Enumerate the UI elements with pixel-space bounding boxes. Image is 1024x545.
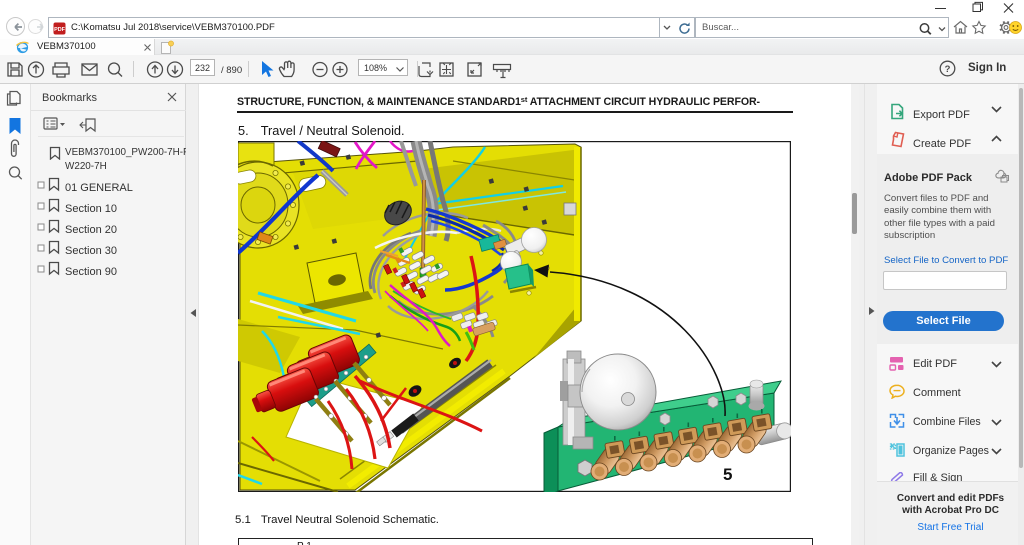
- svg-text:?: ?: [945, 64, 951, 75]
- svg-text:5: 5: [723, 465, 732, 484]
- svg-text:/ 890: / 890: [221, 65, 242, 76]
- svg-text:PDF: PDF: [54, 27, 65, 33]
